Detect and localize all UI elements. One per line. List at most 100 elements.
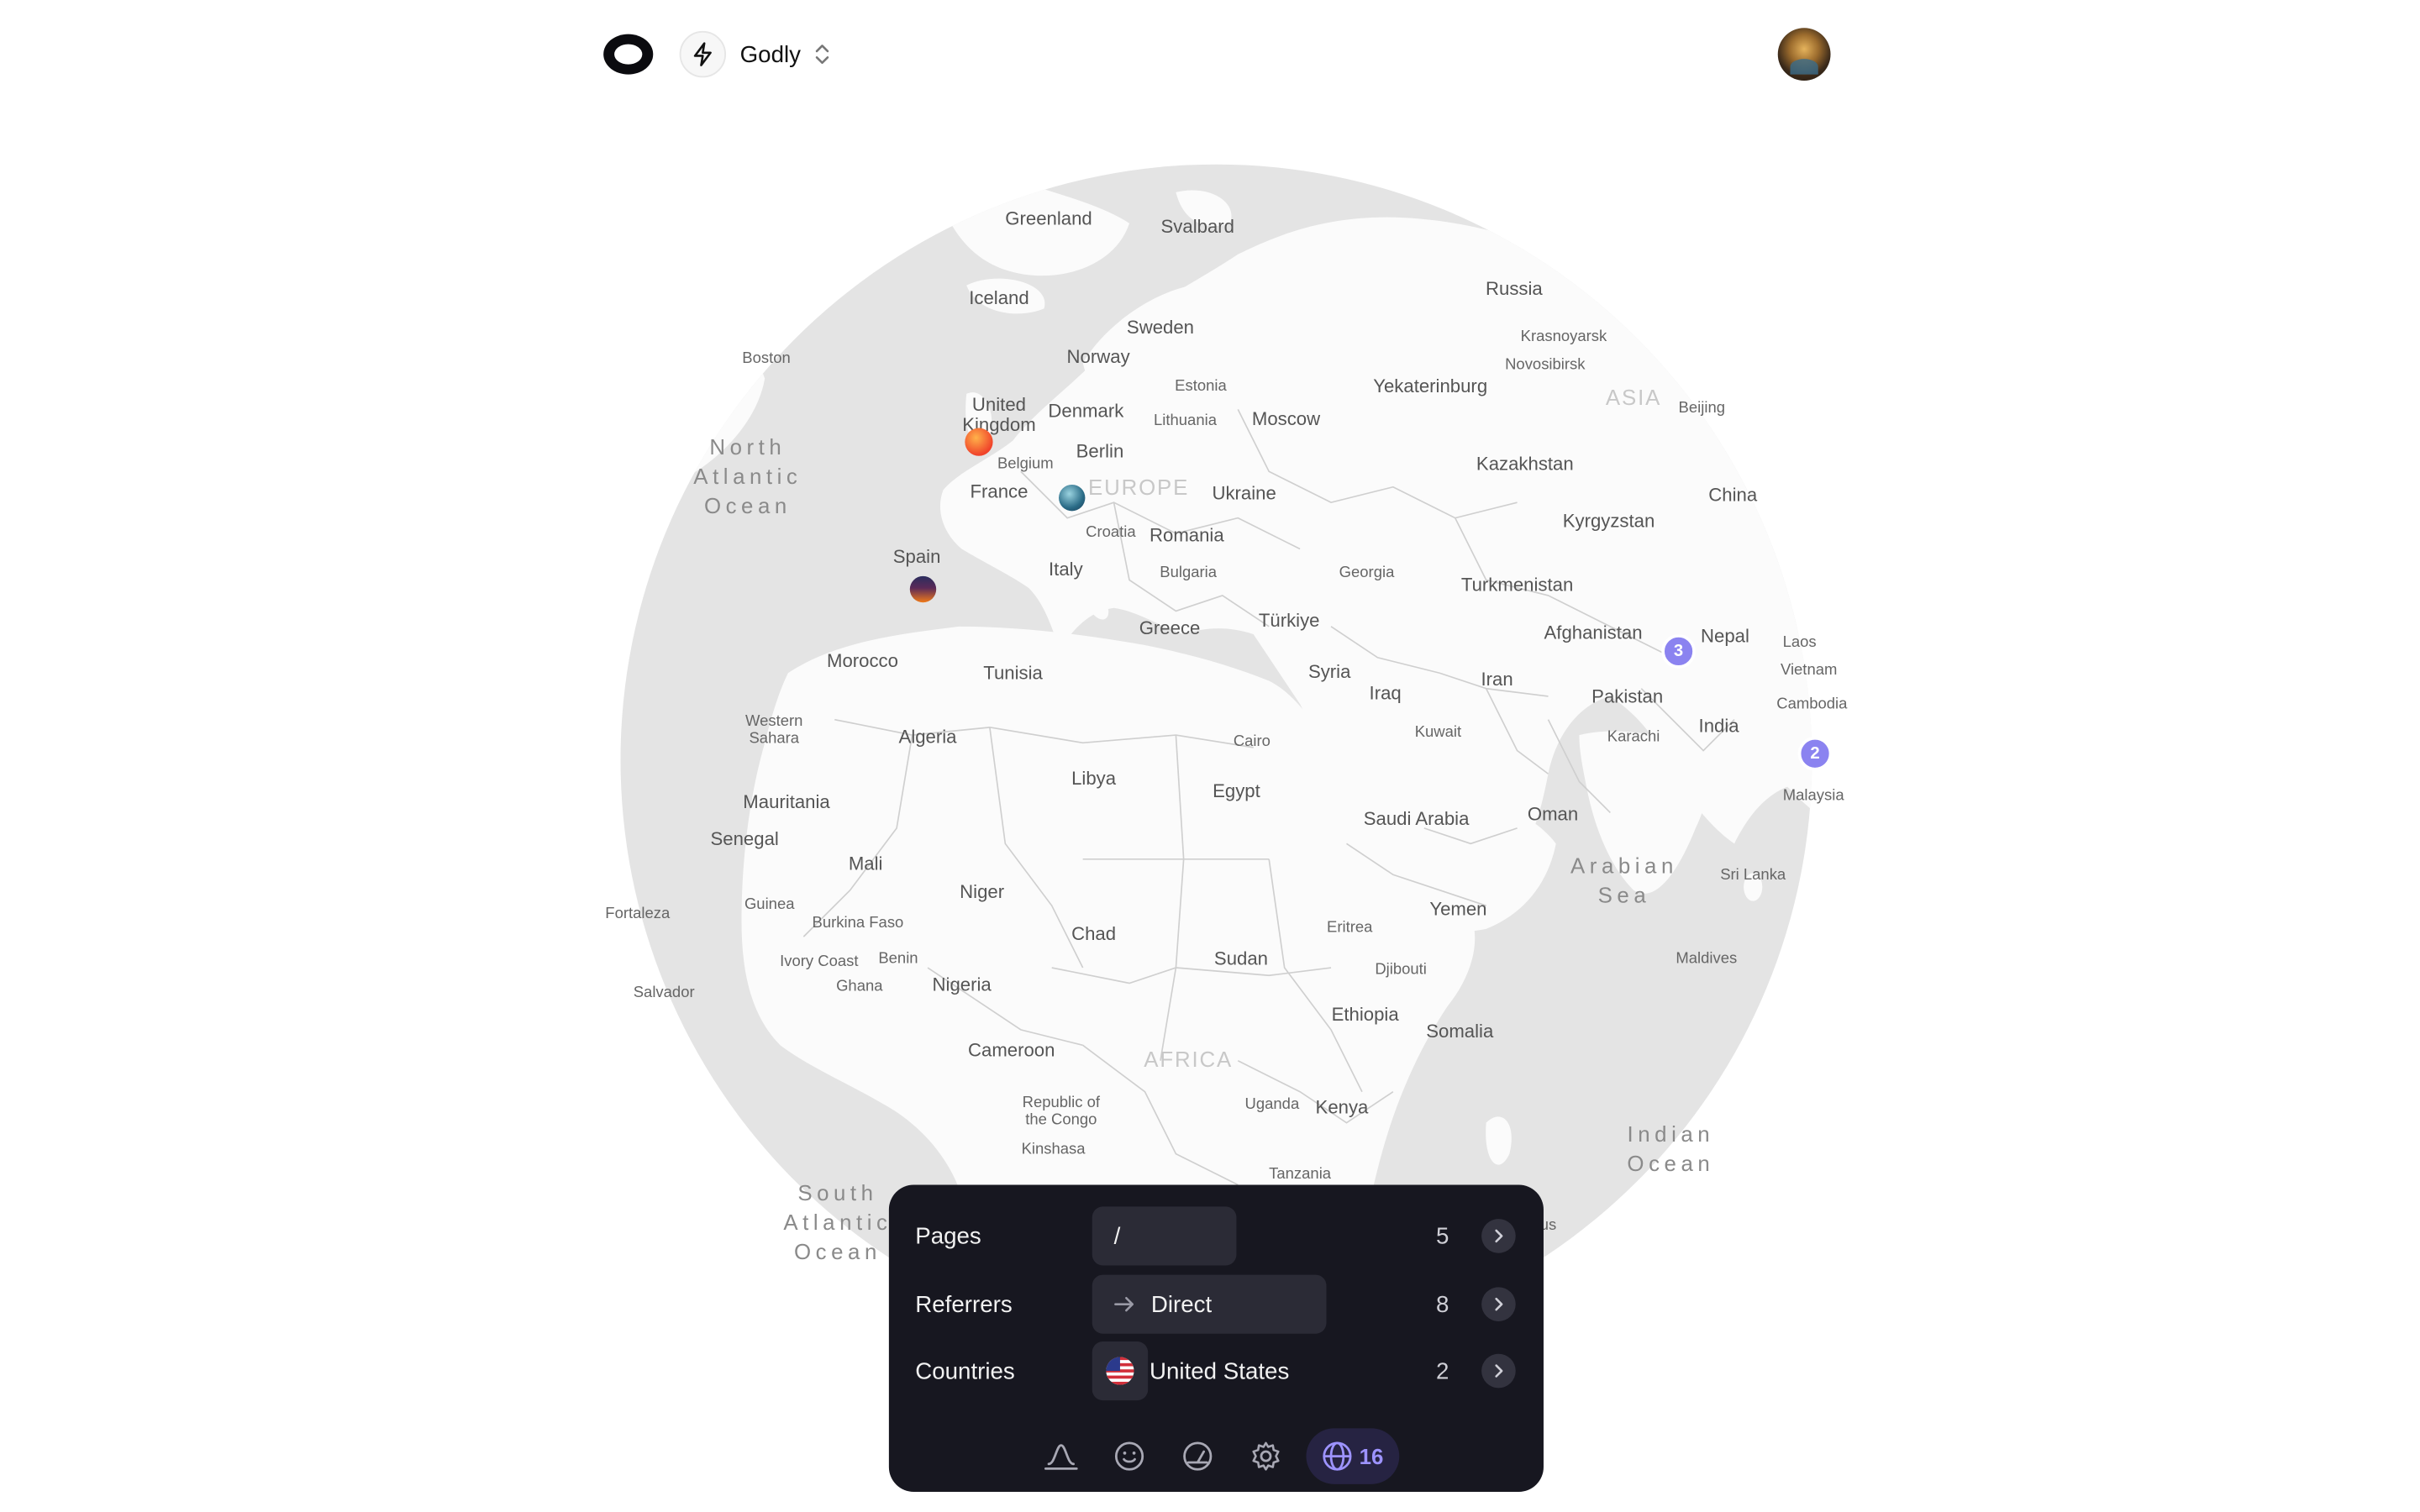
label-afghanistan: Afghanistan [1544,622,1643,644]
label-russia: Russia [1486,277,1543,300]
label-maldives: Maldives [1676,950,1738,969]
label-republic-of-the-congo: Republic of the Congo [1022,1095,1100,1129]
activity-icon[interactable] [1034,1428,1089,1483]
referrers-row[interactable]: Referrers Direct 8 [889,1273,1544,1336]
label-beijing: Beijing [1678,400,1726,417]
label-cairo: Cairo [1233,733,1270,751]
cluster-southeast-asia[interactable]: 2 [1797,736,1833,771]
arrow-right-icon [1114,1295,1136,1314]
globe-count: 16 [1359,1443,1384,1469]
pages-label: Pages [915,1222,981,1250]
referrer-chip[interactable]: Direct [1092,1274,1327,1334]
label-burkina-faso: Burkina Faso [812,915,904,932]
label-mali: Mali [848,853,883,875]
bottom-toolbar: 16 [889,1427,1544,1486]
countries-row[interactable]: Countries United States 2 [889,1340,1544,1402]
label-algeria: Algeria [898,726,957,748]
visitor-marker-uk[interactable] [965,428,993,456]
label-djibouti: Djibouti [1375,961,1427,979]
pages-row[interactable]: Pages / 5 [889,1205,1544,1267]
label-iraq: Iraq [1369,682,1402,705]
globe-map[interactable]: Greenland Svalbard Iceland Russia Sweden… [605,161,1847,1358]
label-chad: Chad [1071,922,1117,945]
label-laos: Laos [1782,634,1817,652]
project-name: Godly [739,40,801,68]
visitor-marker-spain[interactable] [909,575,937,603]
label-nepal: Nepal [1701,625,1749,647]
label-iran: Iran [1481,668,1513,690]
visitor-marker-central-europe[interactable] [1059,484,1086,512]
label-yemen: Yemen [1429,897,1487,920]
label-boston: Boston [742,350,791,368]
label-yekaterinburg: Yekaterinburg [1373,375,1488,397]
smiley-icon[interactable] [1102,1428,1157,1483]
label-niger: Niger [960,880,1005,903]
chevron-updown-icon [813,42,832,67]
label-greenland: Greenland [1005,207,1092,230]
label-north-atlantic-ocean: North Atlantic Ocean [693,433,802,518]
label-mauritania: Mauritania [743,790,830,813]
label-bulgaria: Bulgaria [1160,564,1218,582]
label-kinshasa: Kinshasa [1021,1141,1086,1159]
label-libya: Libya [1071,767,1117,790]
globe-tab-button[interactable]: 16 [1306,1428,1400,1484]
pages-count: 5 [1435,1222,1449,1250]
label-united-kingdom: United Kingdom [962,393,1036,436]
label-europe: EUROPE [1087,474,1190,500]
label-south-atlantic-ocean: South Atlantic Ocean [783,1179,892,1264]
page-path-value: / [1113,1222,1121,1250]
label-lithuania: Lithuania [1154,412,1217,430]
label-ivory-coast: Ivory Coast [780,953,859,971]
countries-count: 2 [1435,1357,1449,1384]
countries-label: Countries [915,1357,1015,1384]
label-kuwait: Kuwait [1414,724,1462,742]
gauge-icon[interactable] [1170,1428,1225,1483]
label-pakistan: Pakistan [1591,685,1664,707]
logo-ring-icon[interactable] [602,28,655,81]
settings-icon[interactable] [1238,1428,1293,1483]
label-guinea: Guinea [744,896,795,914]
label-india: India [1698,715,1739,737]
label-karachi: Karachi [1607,728,1660,747]
page-path-chip[interactable]: / [1092,1206,1237,1266]
label-cameroon: Cameroon [968,1038,1055,1061]
chevron-right-icon[interactable] [1481,1219,1516,1253]
label-turkiye: Türkiye [1258,609,1320,632]
label-svalbard: Svalbard [1160,215,1234,238]
globe-icon [1322,1441,1353,1472]
project-switcher[interactable]: Godly [679,30,832,78]
label-norway: Norway [1066,345,1130,368]
label-kazakhstan: Kazakhstan [1476,453,1574,475]
label-somalia: Somalia [1426,1020,1494,1042]
label-france: France [970,480,1028,503]
stats-panel: Pages / 5 Referrers Direct 8 Countries U… [888,1184,1544,1493]
label-malaysia: Malaysia [1782,787,1844,806]
referrer-value: Direct [1150,1290,1213,1318]
chevron-right-icon[interactable] [1481,1353,1516,1389]
label-uganda: Uganda [1244,1096,1300,1114]
user-avatar[interactable] [1777,28,1831,81]
label-italy: Italy [1049,558,1083,580]
label-estonia: Estonia [1175,378,1227,396]
label-benin: Benin [878,950,918,969]
label-novosibirsk: Novosibirsk [1505,356,1586,374]
label-turkmenistan: Turkmenistan [1460,574,1574,596]
label-moscow: Moscow [1251,407,1321,430]
label-ghana: Ghana [836,978,883,996]
label-vietnam: Vietnam [1780,662,1838,680]
label-iceland: Iceland [969,286,1029,309]
label-africa: AFRICA [1144,1047,1234,1072]
us-flag-icon [1092,1341,1149,1401]
label-oman: Oman [1527,803,1579,826]
label-sudan: Sudan [1213,948,1268,969]
label-indian-ocean: Indian Ocean [1627,1121,1715,1176]
country-value[interactable]: United States [1150,1357,1289,1383]
label-tunisia: Tunisia [983,662,1043,685]
label-croatia: Croatia [1086,524,1136,542]
label-romania: Romania [1150,524,1224,546]
label-egypt: Egypt [1213,780,1260,802]
label-sri-lanka: Sri Lanka [1720,867,1786,885]
label-saudi-arabia: Saudi Arabia [1363,807,1470,830]
cluster-south-asia[interactable]: 3 [1661,634,1696,669]
chevron-right-icon[interactable] [1481,1287,1516,1321]
